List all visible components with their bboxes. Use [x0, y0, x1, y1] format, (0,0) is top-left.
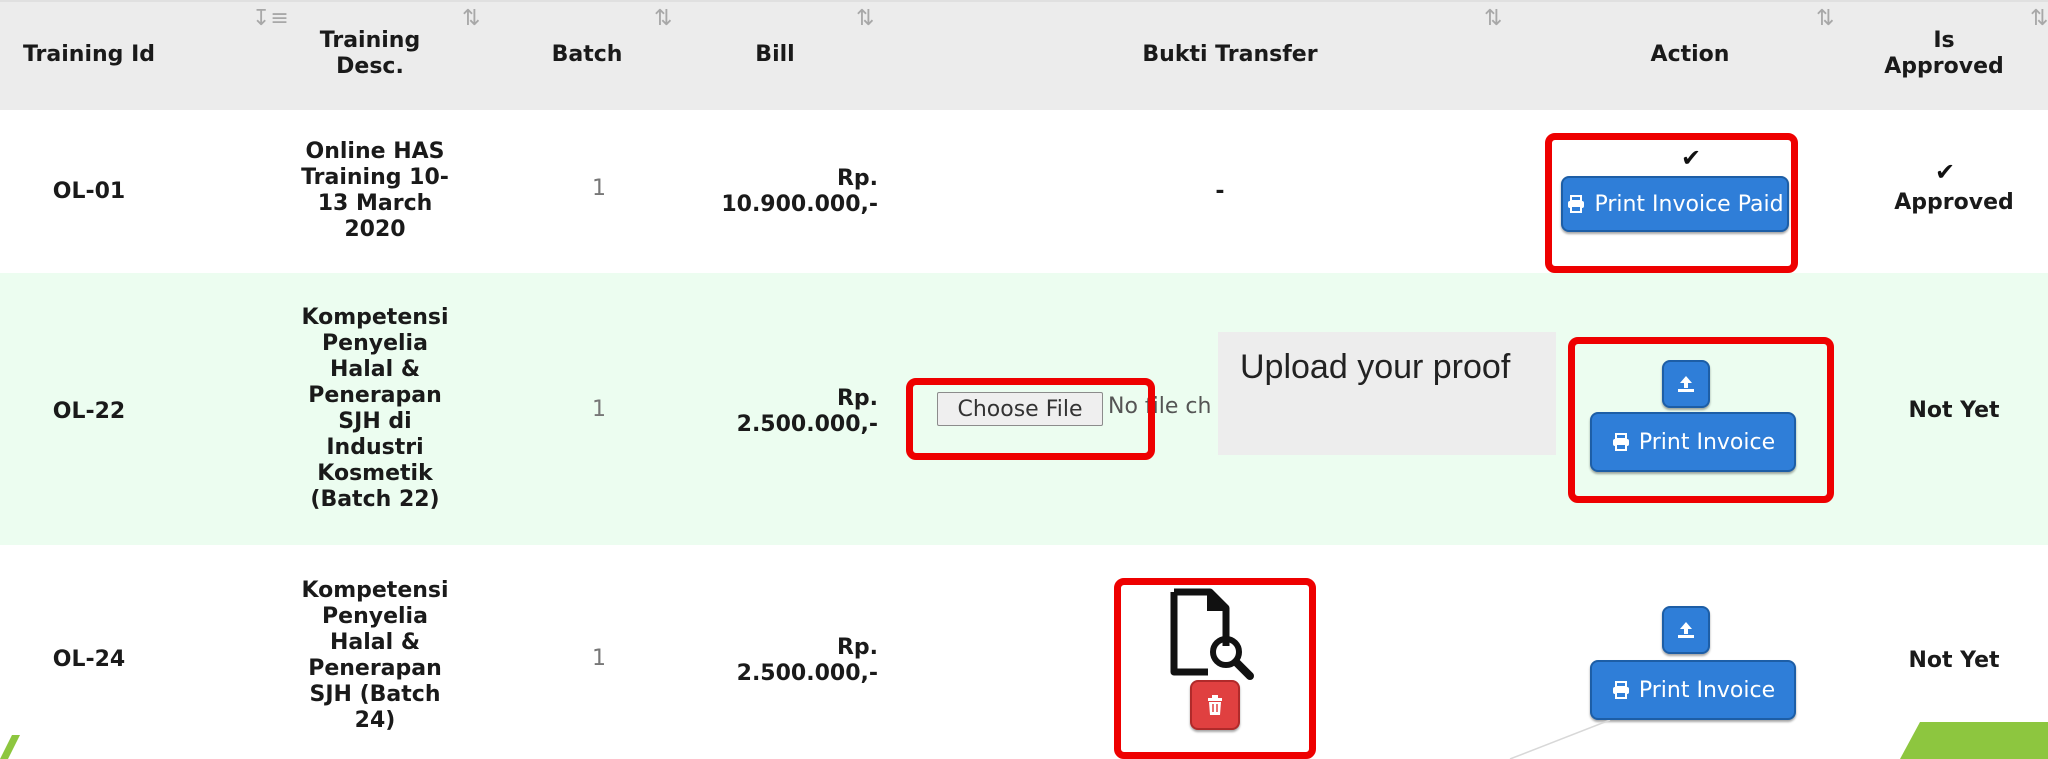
corner-decoration-right [1900, 722, 2048, 759]
approval-status: Approved [1894, 190, 2014, 215]
header-training-desc[interactable]: Training Desc. [290, 24, 450, 84]
upload-callout: Upload your proof [1218, 332, 1556, 455]
header-bill[interactable]: Bill [720, 30, 830, 80]
annotation-box-proof-file [1114, 578, 1316, 759]
header-is-approved[interactable]: Is Approved [1880, 22, 2008, 86]
header-action[interactable]: Action [1600, 30, 1780, 80]
sort-icon[interactable]: ⇅ [856, 6, 874, 31]
annotation-box-print-paid [1545, 133, 1798, 273]
header-bukti-transfer[interactable]: Bukti Transfer [1060, 30, 1400, 80]
upload-icon [1678, 622, 1694, 638]
print-invoice-button[interactable]: Print Invoice [1590, 660, 1796, 720]
training-id-cell: OL-22 [52, 399, 126, 424]
sort-icon[interactable]: ⇅ [654, 6, 672, 31]
header-training-id[interactable]: Training Id [14, 30, 164, 80]
bill-cell: Rp. 2.500.000,- [736, 386, 878, 437]
training-desc-cell: Online HAS Training 10-13 March 2020 [301, 139, 449, 242]
training-desc-cell: Kompetensi Penyelia Halal & Penerapan SJ… [301, 305, 449, 512]
batch-cell: 1 [592, 176, 606, 201]
bill-cell: Rp. 10.900.000,- [721, 166, 878, 217]
corner-line-decoration [1509, 720, 1611, 759]
training-id-cell: OL-24 [52, 647, 126, 672]
print-icon [1612, 681, 1629, 699]
training-id-cell: OL-01 [52, 179, 126, 204]
sort-icon[interactable]: ⇅ [1816, 6, 1834, 31]
upload-button[interactable] [1662, 606, 1710, 654]
annotation-box-upload-print [1568, 337, 1834, 503]
training-desc-cell: Kompetensi Penyelia Halal & Penerapan SJ… [301, 578, 449, 733]
header-batch[interactable]: Batch [532, 30, 642, 80]
annotation-box-choose-file [906, 378, 1155, 460]
batch-cell: 1 [592, 397, 606, 422]
sort-icon[interactable]: ⇅ [462, 6, 480, 31]
approval-status: Not Yet [1908, 398, 2000, 423]
bill-cell: Rp. 2.500.000,- [736, 635, 878, 686]
sort-icon[interactable]: ⇅ [2030, 6, 2048, 31]
sort-icon[interactable]: ↧≡ [252, 6, 289, 31]
sort-icon[interactable]: ⇅ [1484, 6, 1502, 31]
corner-decoration-left [0, 735, 20, 759]
batch-cell: 1 [592, 646, 606, 671]
check-icon: ✔ [1935, 158, 1956, 186]
approval-status: Not Yet [1908, 648, 2000, 673]
bukti-transfer-cell: - [1215, 179, 1225, 204]
